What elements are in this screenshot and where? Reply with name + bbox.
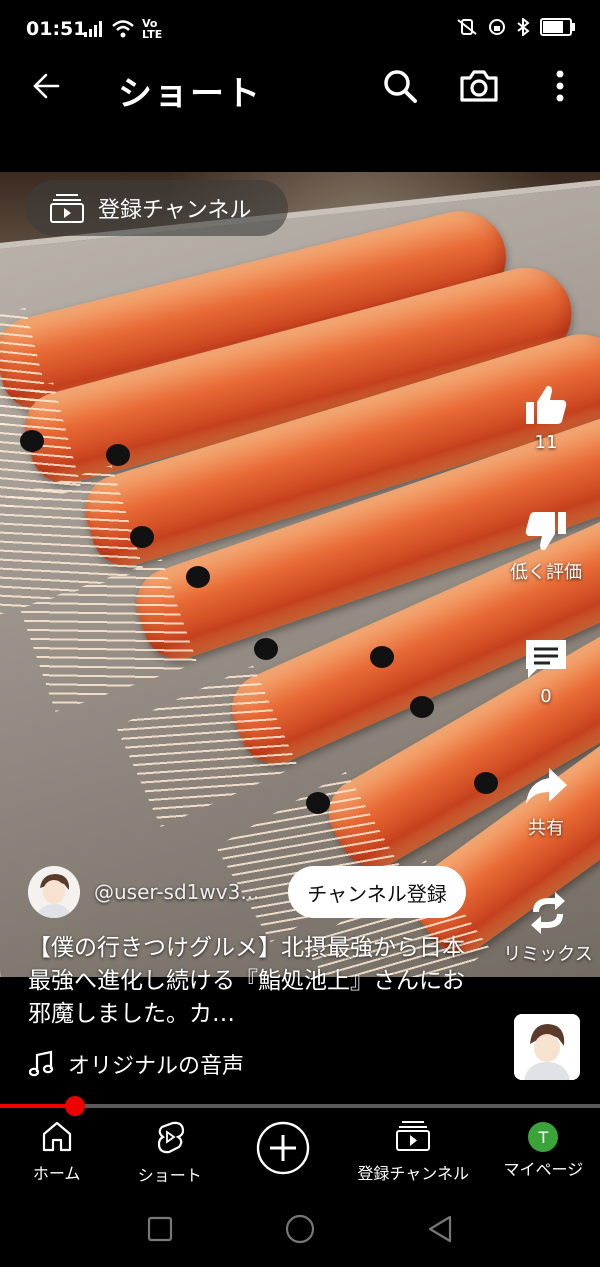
audio-thumbnail-illustration [514, 1014, 580, 1080]
back-triangle-icon[interactable] [426, 1214, 454, 1244]
bluetooth-icon [517, 18, 530, 36]
dislike-label: 低く評価 [510, 562, 582, 583]
clock: 01:51 [26, 18, 87, 40]
status-right-icons [456, 18, 575, 36]
share-button[interactable]: 共有 [506, 764, 586, 840]
home-circle-icon[interactable] [284, 1213, 316, 1245]
channel-handle[interactable]: @user-sd1wv3... [94, 880, 259, 904]
nav-shorts[interactable]: ショート [113, 1110, 226, 1190]
subscriptions-pill-label: 登録チャンネル [98, 198, 252, 223]
thumbs-down-icon [525, 512, 566, 551]
remix-label: リミックス [503, 944, 593, 965]
more-options-icon[interactable] [548, 66, 572, 106]
like-button[interactable]: 11 [506, 382, 586, 453]
bottom-navigation: ホーム ショート 登録チャンネル T マイページ [0, 1110, 600, 1190]
camera-icon[interactable] [458, 66, 500, 106]
subscribe-button[interactable]: チャンネル登録 [288, 866, 466, 918]
nav-subscriptions-label: 登録チャンネル [357, 1164, 469, 1183]
nav-mypage[interactable]: T マイページ [487, 1110, 600, 1190]
share-icon [526, 768, 567, 804]
nav-home-label: ホーム [32, 1164, 81, 1183]
like-count: 11 [534, 432, 558, 453]
nav-mypage-label: マイページ [503, 1160, 584, 1179]
video-frame-eye [370, 646, 394, 668]
subscriptions-icon [50, 194, 84, 223]
dislike-button[interactable]: 低く評価 [506, 508, 586, 584]
video-description[interactable]: 【僕の行きつけグルメ】北摂最強から日本最強へ進化し続ける『鮨処池上』さんにお邪魔… [28, 932, 468, 1031]
recents-icon[interactable] [146, 1215, 174, 1243]
comment-icon [526, 640, 566, 678]
video-frame-eye [474, 772, 498, 794]
back-arrow-icon[interactable] [28, 66, 68, 106]
video-progress-bar[interactable] [0, 1096, 600, 1116]
status-bar: 01:51 Vo LTE [0, 0, 600, 60]
nav-home[interactable]: ホーム [0, 1110, 113, 1190]
channel-avatar[interactable] [28, 866, 80, 918]
nav-create[interactable] [226, 1110, 339, 1190]
progress-played [0, 1104, 75, 1108]
subscriptions-pill[interactable]: 登録チャンネル [26, 180, 288, 236]
nav-shorts-label: ショート [137, 1166, 202, 1185]
video-frame-eye [254, 638, 278, 660]
top-app-bar: ショート [0, 60, 600, 116]
battery-icon [540, 18, 575, 36]
search-icon[interactable] [380, 66, 420, 106]
audio-row[interactable]: オリジナルの音声 [28, 1048, 244, 1080]
remix-button[interactable]: リミックス [500, 890, 596, 966]
video-frame-eye [20, 430, 44, 452]
create-plus-icon [256, 1121, 310, 1175]
audio-thumbnail[interactable] [514, 1014, 580, 1080]
shorts-icon [157, 1121, 184, 1154]
page-title: ショート [118, 74, 262, 114]
volte-label: Vo LTE [142, 17, 163, 41]
alarm-icon [489, 19, 505, 35]
account-avatar-letter: T [538, 1127, 549, 1147]
audio-label: オリジナルの音声 [68, 1054, 245, 1079]
video-frame-eye [306, 792, 330, 814]
video-frame-eye [410, 696, 434, 718]
wifi-icon [112, 20, 134, 38]
video-frame-eye [130, 526, 154, 548]
comments-button[interactable]: 0 [506, 636, 586, 707]
system-navigation-bar [0, 1190, 600, 1267]
nav-subscriptions[interactable]: 登録チャンネル [340, 1110, 487, 1190]
share-label: 共有 [528, 818, 564, 839]
subscriptions-nav-icon [396, 1121, 431, 1151]
video-frame-eye [186, 566, 210, 588]
mute-vibrate-icon [457, 19, 477, 35]
music-note-icon [28, 1050, 54, 1077]
status-left-icons: Vo LTE [84, 18, 166, 40]
comment-count: 0 [540, 686, 552, 707]
thumbs-up-icon [526, 385, 567, 424]
signal-icon [84, 21, 102, 37]
video-frame-eye [106, 444, 130, 466]
channel-avatar-illustration [28, 866, 80, 918]
remix-icon [531, 892, 565, 934]
account-avatar: T [528, 1122, 559, 1152]
home-icon [42, 1121, 71, 1152]
